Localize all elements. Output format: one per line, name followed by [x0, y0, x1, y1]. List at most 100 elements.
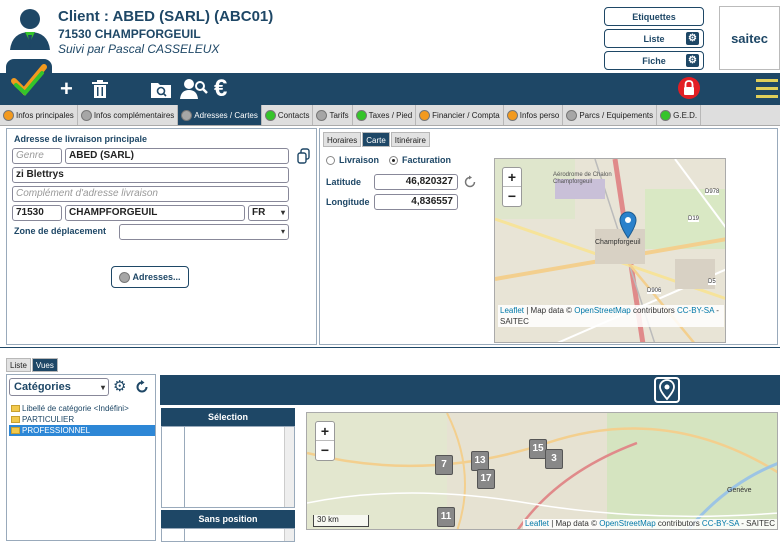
tab-8[interactable]: Parcs / Equipements [563, 105, 658, 125]
longitude-field[interactable]: 4,836557 [374, 194, 458, 210]
tab-status-dot-icon [316, 109, 328, 121]
tab-7[interactable]: Infos perso [504, 105, 564, 125]
tab-label: Infos perso [519, 110, 560, 120]
zoom-in-button[interactable]: + [503, 168, 521, 187]
osm-link[interactable]: OpenStreetMap [574, 306, 630, 315]
tab-label: G.E.D. [673, 110, 698, 120]
customers-map[interactable]: Genève 7 13 17 15 3 11 + − 30 km Leaflet | Ma… [306, 412, 778, 530]
tab-5[interactable]: Taxes / Pied [353, 105, 417, 125]
bottom-tab-0[interactable]: Liste [6, 358, 31, 372]
tab-label: Infos principales [16, 110, 74, 120]
license-link[interactable]: CC-BY-SA [702, 519, 739, 528]
section-divider [0, 347, 780, 348]
map-subtab-1[interactable]: Carte [362, 132, 390, 147]
tab-label: Infos complémentaires [93, 110, 175, 120]
location-marker-icon[interactable] [619, 211, 637, 239]
lock-icon[interactable] [678, 77, 700, 99]
category-item[interactable]: Libellé de catégorie <Indéfini> [9, 403, 155, 414]
leaflet-link[interactable]: Leaflet [500, 306, 524, 315]
addresses-button[interactable]: Adresses... [111, 266, 189, 288]
leaflet-link[interactable]: Leaflet [525, 519, 549, 528]
labels-button[interactable]: Etiquettes [604, 7, 704, 26]
euro-icon[interactable]: € [214, 77, 227, 101]
map-label-place: Champforgeuil [595, 239, 641, 246]
list-button[interactable]: Liste ⚙ [604, 29, 704, 48]
zoom-in-button[interactable]: + [316, 422, 334, 441]
country-value: FR [252, 207, 266, 218]
osm-link[interactable]: OpenStreetMap [599, 519, 655, 528]
genre-field[interactable]: Genre [12, 148, 62, 164]
marker-cluster[interactable]: 3 [545, 449, 563, 469]
folder-icon [11, 416, 20, 423]
tab-9[interactable]: G.E.D. [657, 105, 702, 125]
street-field[interactable]: zi Blettrys [12, 167, 289, 183]
marker-cluster[interactable]: 13 [471, 451, 489, 471]
no-position-scrollbar[interactable] [284, 529, 294, 541]
map-label-road-d906: D906 [647, 288, 662, 294]
latitude-field[interactable]: 46,820327 [374, 174, 458, 190]
no-position-list[interactable] [161, 528, 295, 542]
sheet-button[interactable]: Fiche ⚙ [604, 51, 704, 70]
list-gear-icon[interactable]: ⚙ [686, 32, 699, 45]
latitude-label: Latitude [326, 177, 361, 187]
country-select[interactable]: FR ▾ [248, 205, 289, 221]
locate-button[interactable] [654, 377, 680, 403]
map-label-airport: Aérodrome de Chalon Champforgeuil [553, 172, 612, 185]
chevron-down-icon: ▾ [280, 227, 285, 236]
marker-cluster[interactable]: 7 [435, 455, 453, 475]
customers-map-zoom-control: + − [315, 421, 335, 461]
radio-delivery[interactable] [326, 155, 335, 165]
marker-cluster[interactable]: 11 [437, 507, 455, 527]
category-panel: Catégories ▾ ⚙ Libellé de catégorie <Ind… [6, 374, 156, 541]
user-search-icon[interactable] [180, 77, 208, 101]
map-subtab-0[interactable]: Horaires [323, 132, 362, 147]
list-button-label: Liste [643, 33, 665, 44]
tab-2[interactable]: Adresses / Cartes [178, 105, 262, 125]
folder-search-icon[interactable] [150, 79, 172, 99]
selection-scrollbar[interactable] [284, 427, 294, 507]
attribution-contrib: contributors [655, 519, 702, 528]
category-settings-gear-icon[interactable]: ⚙ [113, 379, 126, 394]
zone-select[interactable]: ▾ [119, 224, 289, 240]
tab-0[interactable]: Infos principales [0, 105, 78, 125]
radio-billing[interactable] [389, 155, 399, 165]
plus-icon[interactable]: + [60, 77, 73, 101]
attribution-text: | Map data © [524, 306, 575, 315]
category-refresh-icon[interactable] [135, 380, 149, 394]
location-map[interactable]: Aérodrome de Chalon Champforgeuil Champf… [494, 158, 726, 343]
map-subtab-2[interactable]: Itinéraire [390, 132, 430, 147]
selection-header-label: Sélection [207, 412, 248, 422]
status-dot-icon [119, 271, 131, 283]
trash-icon[interactable] [90, 79, 110, 99]
category-item[interactable]: PARTICULIER [9, 414, 155, 425]
refresh-icon[interactable] [463, 175, 477, 189]
tab-6[interactable]: Financier / Compta [416, 105, 504, 125]
tab-3[interactable]: Contacts [262, 105, 314, 125]
selection-list[interactable] [161, 426, 295, 508]
tab-label: Adresses / Cartes [194, 110, 258, 120]
attribution-contrib: contributors [630, 306, 677, 315]
license-link[interactable]: CC-BY-SA [677, 306, 714, 315]
tab-1[interactable]: Infos complémentaires [78, 105, 179, 125]
category-item[interactable]: PROFESSIONNEL [9, 425, 155, 436]
copy-icon[interactable] [297, 148, 311, 164]
name-field[interactable]: ABED (SARL) [65, 148, 289, 164]
zoom-out-button[interactable]: − [316, 441, 334, 460]
addresses-button-label: Adresses... [132, 272, 181, 282]
complement-field[interactable]: Complément d'adresse livraison [12, 186, 289, 202]
sheet-gear-icon[interactable]: ⚙ [686, 54, 699, 67]
selection-header: Sélection [161, 408, 295, 426]
marker-cluster[interactable]: 17 [477, 469, 495, 489]
bottom-tab-1[interactable]: Vues [31, 358, 58, 372]
tab-4[interactable]: Tarifs [313, 105, 353, 125]
cartography-bar [160, 375, 780, 405]
zoom-out-button[interactable]: − [503, 187, 521, 206]
map-pin-icon [659, 379, 675, 401]
validate-button[interactable] [6, 59, 52, 103]
city-field[interactable]: CHAMPFORGEUIL [65, 205, 245, 221]
menu-icon[interactable] [756, 79, 778, 99]
marker-cluster-count: 7 [441, 459, 447, 470]
postal-code-field[interactable]: 71530 [12, 205, 62, 221]
category-select[interactable]: Catégories ▾ [9, 378, 109, 396]
tab-label: Tarifs [329, 110, 349, 120]
